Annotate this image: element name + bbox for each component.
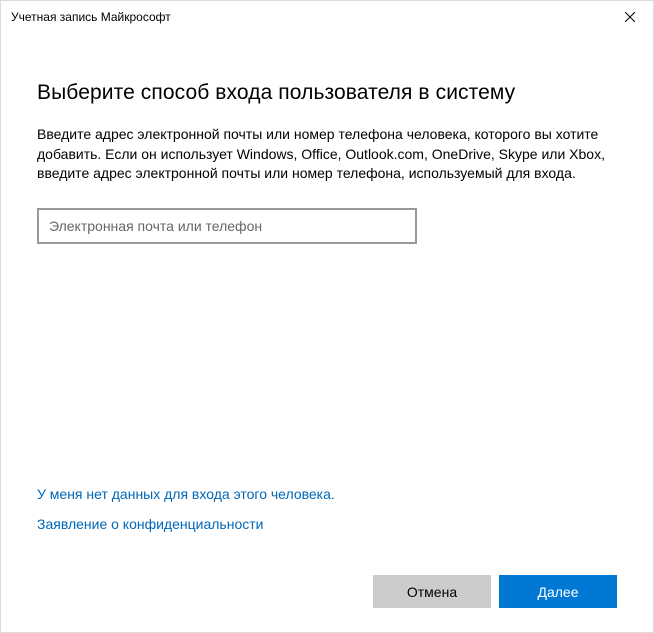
next-button[interactable]: Далее [499, 575, 617, 608]
no-signin-info-link[interactable]: У меня нет данных для входа этого челове… [37, 486, 335, 502]
titlebar: Учетная запись Майкрософт [1, 1, 653, 33]
close-icon [625, 12, 635, 22]
cancel-button[interactable]: Отмена [373, 575, 491, 608]
close-button[interactable] [607, 1, 653, 33]
button-row: Отмена Далее [373, 575, 617, 608]
email-phone-input[interactable] [37, 208, 417, 244]
window-title: Учетная запись Майкрософт [11, 1, 171, 33]
privacy-statement-link[interactable]: Заявление о конфиденциальности [37, 516, 335, 532]
page-heading: Выберите способ входа пользователя в сис… [37, 81, 617, 105]
dialog-content: Выберите способ входа пользователя в сис… [1, 33, 653, 632]
links-section: У меня нет данных для входа этого челове… [37, 486, 335, 546]
page-description: Введите адрес электронной почты или номе… [37, 125, 617, 184]
